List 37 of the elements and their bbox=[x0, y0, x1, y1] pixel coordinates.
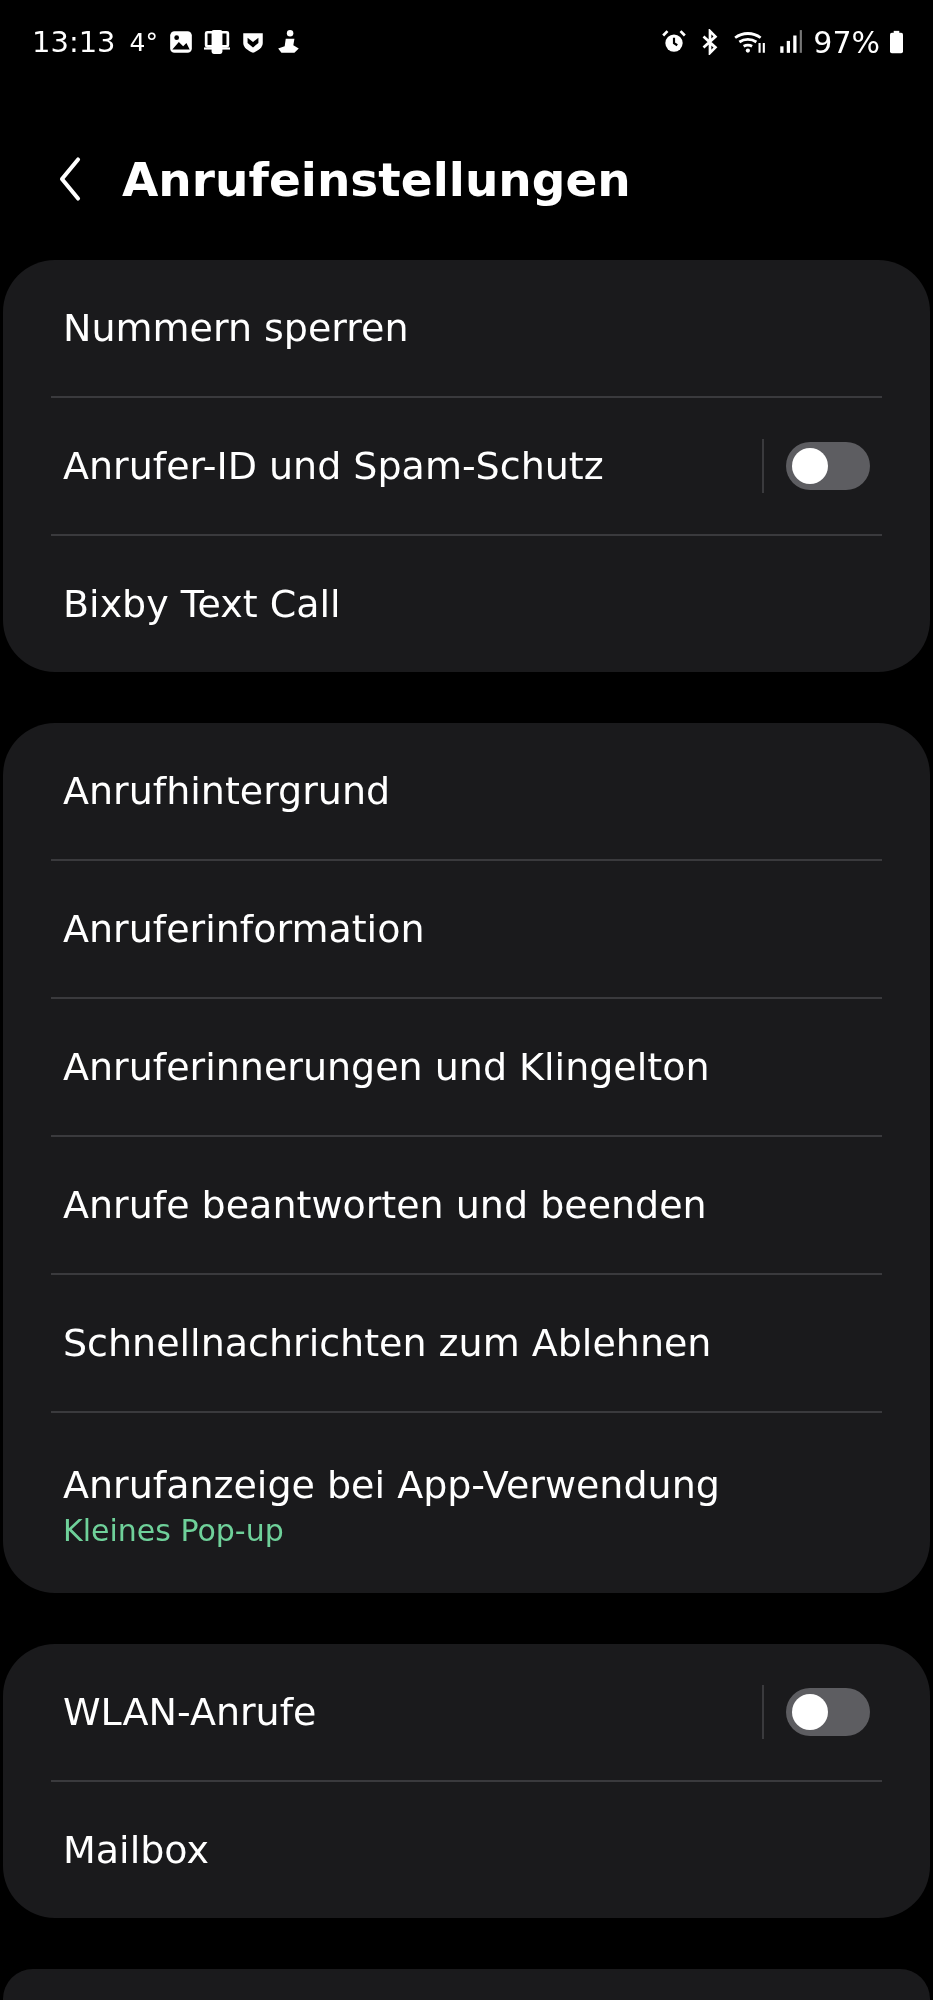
wifi-icon bbox=[733, 29, 768, 55]
devices-icon bbox=[204, 29, 230, 55]
item-label: Anrufhintergrund bbox=[63, 769, 392, 813]
settings-item[interactable]: Bixby Text Call bbox=[51, 536, 882, 672]
toggle-switch[interactable] bbox=[786, 1688, 870, 1736]
settings-item[interactable]: Anruferinnerungen und Klingelton bbox=[51, 999, 882, 1135]
item-label: Anruferinformation bbox=[63, 907, 426, 951]
settings-item[interactable]: WLAN-Anrufe bbox=[51, 1644, 882, 1780]
settings-item[interactable]: Anrufe beantworten und beenden bbox=[51, 1137, 882, 1273]
settings-item[interactable]: Anrufhintergrund bbox=[51, 723, 882, 859]
battery-icon bbox=[890, 30, 903, 54]
item-label: Anrufer-ID und Spam-Schutz bbox=[63, 444, 605, 488]
settings-item[interactable]: Anrufanzeige bei App-Verwendung Kleines Pop-up bbox=[51, 1413, 882, 1593]
settings-item[interactable]: Anrufer-ID und Spam-Schutz bbox=[51, 398, 882, 534]
item-label: WLAN-Anrufe bbox=[63, 1690, 318, 1734]
signal-icon bbox=[777, 29, 804, 55]
item-subtitle: Kleines Pop-up bbox=[63, 1512, 285, 1548]
item-label: Mailbox bbox=[63, 1828, 210, 1872]
item-label: Bixby Text Call bbox=[63, 582, 342, 626]
item-label: Nummern sperren bbox=[63, 306, 410, 350]
alarm-icon bbox=[661, 29, 688, 55]
item-label: Anrufe beantworten und beenden bbox=[63, 1183, 708, 1227]
item-label: Anruferinnerungen und Klingelton bbox=[63, 1045, 711, 1089]
settings-item[interactable]: Nummern sperren bbox=[51, 260, 882, 396]
settings-item[interactable]: Anruferinformation bbox=[51, 861, 882, 997]
item-label: Anrufanzeige bei App-Verwendung bbox=[63, 1462, 721, 1507]
back-button[interactable] bbox=[58, 156, 82, 202]
settings-item[interactable]: Mailbox bbox=[51, 1782, 882, 1918]
toggle-switch[interactable] bbox=[786, 442, 870, 490]
settings-item[interactable]: Schnellnachrichten zum Ablehnen bbox=[51, 1275, 882, 1411]
battery-level: 97% bbox=[813, 24, 880, 60]
temperature: 4° bbox=[129, 27, 158, 57]
gallery-icon bbox=[168, 29, 194, 55]
item-label: Schnellnachrichten zum Ablehnen bbox=[63, 1321, 713, 1365]
page-title: Anrufeinstellungen bbox=[122, 151, 631, 207]
figure-icon bbox=[276, 29, 302, 55]
status-time: 13:13 bbox=[32, 25, 116, 59]
